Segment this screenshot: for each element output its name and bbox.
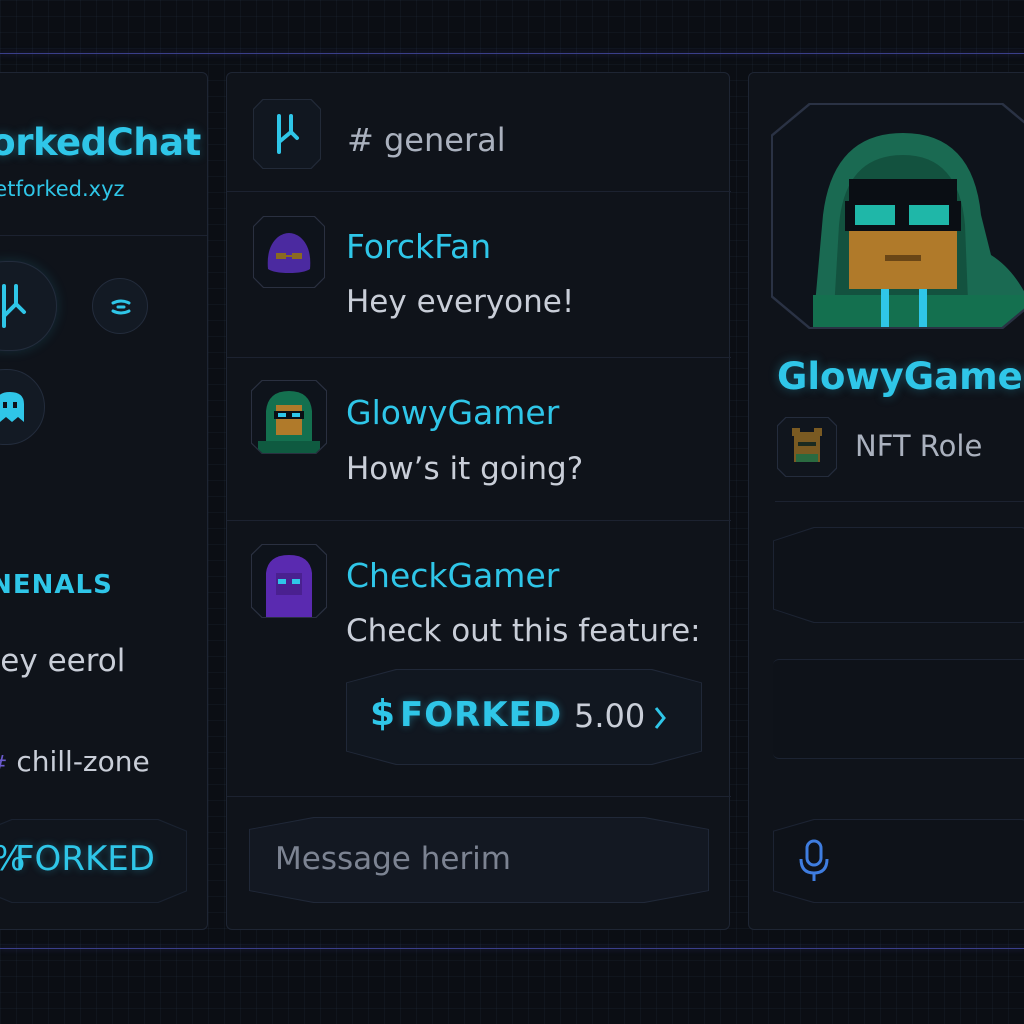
microphone-icon[interactable] — [797, 839, 831, 883]
message-item: CheckGamer Check out this feature: $ FOR… — [227, 521, 731, 796]
message-item: GlowyGamer How’s it going? — [227, 358, 731, 520]
forked-token-button[interactable]: % FORKED — [0, 819, 187, 903]
message-author[interactable]: ForckFan — [346, 227, 491, 266]
hooded-gamer-portrait-icon — [813, 133, 1024, 327]
profile-card-empty — [773, 659, 1024, 759]
fork-logo-icon — [277, 114, 299, 154]
profile-card-empty — [773, 527, 1024, 623]
server-icon-secondary[interactable] — [92, 278, 148, 334]
nft-role-label: NFT Role — [855, 429, 983, 463]
message-text: Check out this feature: — [346, 613, 701, 649]
avatar[interactable] — [253, 216, 325, 288]
chill-zone-label: chill-zone — [16, 745, 150, 778]
link-icon — [111, 299, 131, 315]
channel-item-hey-eerol[interactable]: Hey eerol — [0, 643, 125, 679]
message-input-placeholder: Message herim — [275, 841, 511, 877]
purple-blob-avatar-icon — [267, 233, 311, 273]
forked-token-label: FORKED — [15, 839, 155, 879]
voice-bar[interactable] — [773, 819, 1024, 903]
message-text: Hey everyone! — [346, 284, 575, 320]
nft-role-badge[interactable]: NFT Role — [777, 417, 1024, 477]
profile-panel: GlowyGamer NFT Role — [748, 72, 1024, 930]
server-name: ForkedChat — [0, 121, 201, 164]
nft-role-icon — [777, 417, 837, 477]
channel-section-label: GENENALS — [0, 570, 113, 600]
chevron-right-icon — [654, 707, 666, 729]
hash-icon: # — [0, 752, 7, 777]
message-author[interactable]: CheckGamer — [346, 556, 559, 595]
token-card[interactable]: $ FORKED 5.00 — [346, 669, 702, 765]
bottom-divider — [0, 948, 1024, 949]
channel-item-chill-zone[interactable]: # chill-zone — [0, 745, 150, 778]
server-icon-forked[interactable] — [0, 261, 57, 351]
profile-username: GlowyGamer — [777, 355, 1024, 398]
dollar-icon: $ — [370, 693, 396, 734]
profile-avatar[interactable] — [771, 103, 1024, 329]
avatar[interactable] — [251, 544, 327, 618]
hooded-gamer-avatar-icon — [258, 391, 320, 453]
server-icon-ghost[interactable] — [0, 369, 45, 445]
message-author[interactable]: GlowyGamer — [346, 393, 559, 432]
token-ticker: FORKED — [400, 695, 563, 735]
channel-logo — [253, 99, 321, 169]
token-amount: 5.00 — [574, 697, 646, 735]
chat-panel: # general ForckFan Hey everyone! GlowyGa… — [226, 72, 731, 930]
ghost-icon — [0, 392, 24, 422]
top-divider — [0, 53, 1024, 54]
message-input[interactable]: Message herim — [249, 817, 709, 903]
channel-title: # general — [347, 121, 506, 159]
channel-header: # general — [227, 73, 731, 191]
message-text: How’s it going? — [346, 451, 584, 487]
server-domain[interactable]: netforked.xyz — [0, 177, 125, 201]
avatar[interactable] — [251, 380, 327, 454]
fork-logo-icon — [2, 284, 26, 328]
server-sidebar: ForkedChat netforked.xyz GENENALS Hey ee… — [0, 72, 208, 930]
message-item: ForckFan Hey everyone! — [227, 192, 731, 357]
purple-hood-avatar-icon — [266, 555, 312, 617]
